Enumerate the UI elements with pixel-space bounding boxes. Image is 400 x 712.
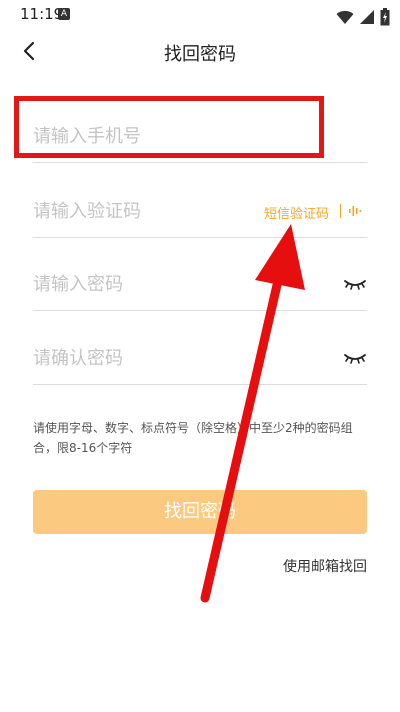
- confirm-password-input[interactable]: [33, 344, 273, 372]
- eye-closed-icon[interactable]: [343, 348, 367, 368]
- status-bar: 11:19 A: [0, 0, 400, 30]
- status-icons: [336, 6, 390, 25]
- code-divider: [340, 204, 341, 218]
- password-field: [33, 258, 367, 311]
- page-title: 找回密码: [164, 44, 236, 65]
- confirm-password-field: [33, 332, 367, 385]
- password-input[interactable]: [33, 270, 273, 298]
- wifi-icon: [336, 10, 354, 24]
- voice-code-icon[interactable]: [347, 203, 363, 219]
- email-recovery-link[interactable]: 使用邮箱找回: [283, 556, 367, 576]
- notification-icon: A: [58, 8, 70, 20]
- password-hint: 请使用字母、数字、标点符号（除空格）中至少2种的密码组合，限8-16个字符: [33, 421, 353, 455]
- sms-code-button[interactable]: 短信验证码: [264, 203, 329, 222]
- signal-icon: [359, 9, 374, 24]
- phone-field: [33, 110, 367, 163]
- phone-input[interactable]: [33, 122, 273, 150]
- eye-closed-icon[interactable]: [343, 274, 367, 294]
- status-time: 11:19: [20, 5, 64, 23]
- battery-icon: [380, 7, 390, 25]
- code-input[interactable]: [33, 197, 273, 225]
- submit-button[interactable]: 找回密码: [33, 490, 367, 534]
- code-field: 短信验证码: [33, 185, 367, 238]
- header: 找回密码: [0, 30, 400, 76]
